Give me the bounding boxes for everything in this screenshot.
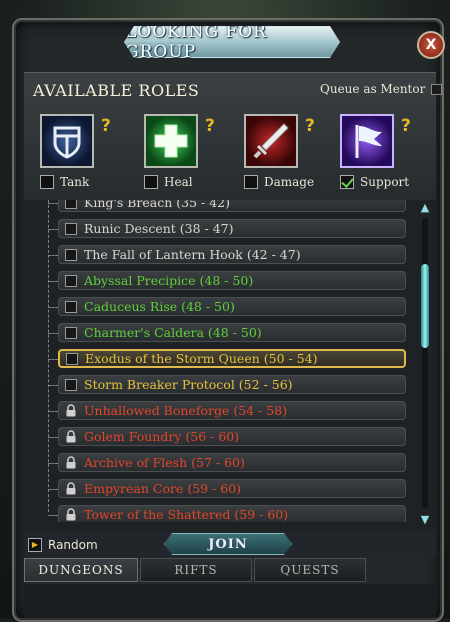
support-checkbox-row[interactable]: Support bbox=[340, 175, 409, 189]
tab-quests-label: QUESTS bbox=[280, 563, 340, 577]
dungeon-checkbox[interactable] bbox=[65, 274, 77, 287]
damage-role-button[interactable] bbox=[244, 114, 298, 168]
scroll-down-icon[interactable]: ▼ bbox=[419, 514, 431, 526]
dungeon-name: Runic Descent (38 - 47) bbox=[84, 221, 234, 236]
support-help-icon[interactable]: ? bbox=[401, 116, 411, 136]
scroll-up-icon[interactable]: ▲ bbox=[419, 202, 431, 214]
tank-role-button[interactable] bbox=[40, 114, 94, 168]
tab-dungeons-label: DUNGEONS bbox=[38, 563, 124, 577]
join-label: JOIN bbox=[208, 536, 248, 552]
dungeon-row[interactable]: Charmer's Caldera (48 - 50) bbox=[58, 323, 406, 342]
dungeon-name: Abyssal Precipice (48 - 50) bbox=[84, 273, 254, 288]
tree-branch bbox=[48, 203, 58, 204]
window-footer bbox=[24, 584, 436, 618]
dungeon-name: Storm Breaker Protocol (52 - 56) bbox=[84, 377, 293, 392]
flag-icon bbox=[342, 116, 392, 166]
tab-dungeons[interactable]: DUNGEONS bbox=[24, 558, 138, 582]
tab-bar: DUNGEONS RIFTS QUESTS bbox=[24, 558, 436, 584]
dungeon-row[interactable]: Archive of Flesh (57 - 60) bbox=[58, 453, 406, 472]
tree-branch bbox=[48, 437, 58, 438]
dungeon-checkbox[interactable] bbox=[66, 352, 78, 365]
tank-label: Tank bbox=[60, 175, 90, 189]
join-button[interactable]: JOIN bbox=[164, 533, 292, 555]
dungeon-name: Golem Foundry (56 - 60) bbox=[84, 429, 240, 444]
tree-branch bbox=[48, 411, 58, 412]
shield-icon bbox=[42, 116, 92, 166]
tree-branch bbox=[48, 463, 58, 464]
dungeon-row[interactable]: The Fall of Lantern Hook (42 - 47) bbox=[58, 245, 406, 264]
heal-label: Heal bbox=[164, 175, 193, 189]
heal-help-icon[interactable]: ? bbox=[205, 116, 215, 136]
damage-help-icon[interactable]: ? bbox=[305, 116, 315, 136]
damage-label: Damage bbox=[264, 175, 315, 189]
damage-checkbox[interactable] bbox=[244, 175, 258, 189]
lock-icon bbox=[66, 430, 76, 443]
tree-branch bbox=[48, 385, 58, 386]
heal-checkbox[interactable] bbox=[144, 175, 158, 189]
heal-role-button[interactable] bbox=[144, 114, 198, 168]
tab-quests[interactable]: QUESTS bbox=[254, 558, 366, 582]
dungeon-checkbox[interactable] bbox=[65, 378, 77, 391]
roles-header: AVAILABLE ROLES bbox=[33, 81, 200, 100]
queue-as-mentor[interactable]: Queue as Mentor bbox=[320, 82, 443, 96]
tree-branch bbox=[48, 281, 58, 282]
tab-rifts-label: RIFTS bbox=[174, 563, 218, 577]
dungeon-name: Caduceus Rise (48 - 50) bbox=[84, 299, 235, 314]
dungeon-row[interactable]: Runic Descent (38 - 47) bbox=[58, 219, 406, 238]
dungeon-name: Charmer's Caldera (48 - 50) bbox=[84, 325, 262, 340]
tree-branch bbox=[48, 359, 58, 360]
lock-icon bbox=[66, 482, 76, 495]
random-label: Random bbox=[48, 538, 98, 552]
dungeon-row[interactable]: Tower of the Shattered (59 - 60) bbox=[58, 505, 406, 522]
random-play-icon[interactable]: ▶ bbox=[28, 538, 42, 552]
tree-branch bbox=[48, 489, 58, 490]
close-icon: X bbox=[425, 37, 437, 53]
tree-branch bbox=[48, 307, 58, 308]
dungeon-row[interactable]: Empyrean Core (59 - 60) bbox=[58, 479, 406, 498]
dungeon-checkbox[interactable] bbox=[65, 326, 77, 339]
mentor-label: Queue as Mentor bbox=[320, 82, 426, 96]
tank-checkbox-row[interactable]: Tank bbox=[40, 175, 89, 189]
dungeon-checkbox[interactable] bbox=[65, 222, 77, 235]
dungeon-checkbox[interactable] bbox=[65, 248, 77, 261]
tab-rifts[interactable]: RIFTS bbox=[140, 558, 252, 582]
support-role-button[interactable] bbox=[340, 114, 394, 168]
lock-icon bbox=[66, 508, 76, 521]
scrollbar[interactable]: ▲ ▼ bbox=[418, 200, 432, 528]
tree-branch bbox=[48, 229, 58, 230]
scroll-thumb[interactable] bbox=[421, 264, 429, 348]
dungeon-checkbox[interactable] bbox=[65, 300, 77, 313]
sword-icon bbox=[246, 116, 296, 166]
heal-checkbox-row[interactable]: Heal bbox=[144, 175, 193, 189]
dungeon-row[interactable]: Abyssal Precipice (48 - 50) bbox=[58, 271, 406, 290]
close-button[interactable]: X bbox=[417, 31, 445, 59]
cross-icon bbox=[146, 116, 196, 166]
tree-branch bbox=[48, 255, 58, 256]
damage-checkbox-row[interactable]: Damage bbox=[244, 175, 314, 189]
support-checkbox[interactable] bbox=[340, 175, 354, 189]
random-toggle[interactable]: ▶ Random bbox=[28, 538, 98, 552]
window-title: LOOKING FOR GROUP bbox=[125, 22, 267, 62]
lock-icon bbox=[66, 404, 76, 417]
tree-branch bbox=[48, 515, 58, 516]
dungeon-name: Unhallowed Boneforge (54 - 58) bbox=[84, 403, 288, 418]
title-banner: LOOKING FOR GROUP bbox=[124, 26, 340, 58]
dungeon-name: Archive of Flesh (57 - 60) bbox=[84, 455, 245, 470]
dungeon-row[interactable]: Caduceus Rise (48 - 50) bbox=[58, 297, 406, 316]
dungeon-row[interactable]: Unhallowed Boneforge (54 - 58) bbox=[58, 401, 406, 420]
dungeon-row[interactable]: Exodus of the Storm Queen (50 - 54) bbox=[58, 349, 406, 368]
dungeon-name: The Fall of Lantern Hook (42 - 47) bbox=[84, 247, 301, 262]
dungeon-name: Tower of the Shattered (59 - 60) bbox=[84, 507, 289, 522]
scroll-track[interactable] bbox=[422, 218, 428, 508]
tree-branch bbox=[48, 333, 58, 334]
lock-icon bbox=[66, 456, 76, 469]
mentor-checkbox[interactable] bbox=[431, 83, 443, 95]
tank-checkbox[interactable] bbox=[40, 175, 54, 189]
support-label: Support bbox=[360, 175, 410, 189]
dungeon-row[interactable]: Golem Foundry (56 - 60) bbox=[58, 427, 406, 446]
dungeon-name: Exodus of the Storm Queen (50 - 54) bbox=[85, 351, 318, 366]
tank-help-icon[interactable]: ? bbox=[101, 116, 111, 136]
dungeon-row[interactable]: Storm Breaker Protocol (52 - 56) bbox=[58, 375, 406, 394]
dungeon-name: Empyrean Core (59 - 60) bbox=[84, 481, 242, 496]
